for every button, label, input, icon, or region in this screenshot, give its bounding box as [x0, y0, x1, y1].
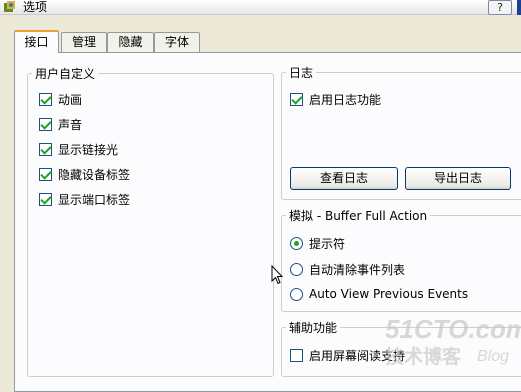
window-title: 选项 — [23, 0, 48, 14]
option-show-port-labels-label: 显示端口标签 — [58, 192, 131, 207]
option-sound[interactable]: 声音 — [39, 116, 82, 132]
simulation-group-title: 模拟 - Buffer Full Action — [289, 209, 428, 223]
checkbox-show-port-labels[interactable] — [39, 192, 52, 206]
app-icon — [4, 1, 15, 12]
accessibility-group-title: 辅助功能 — [289, 321, 338, 335]
checkbox-sound[interactable] — [39, 117, 52, 131]
tab-font[interactable]: 字体 — [154, 32, 200, 52]
option-hide-device-labels[interactable]: 隐藏设备标签 — [39, 166, 130, 182]
tab-management[interactable]: 管理 — [61, 32, 107, 52]
window-frame-edge — [517, 0, 521, 15]
export-log-button[interactable]: 导出日志 — [405, 167, 511, 190]
option-prompt[interactable]: 提示符 — [290, 235, 345, 251]
radio-prompt[interactable] — [290, 236, 303, 250]
checkbox-enable-logging[interactable] — [290, 92, 303, 106]
checkbox-hide-device-labels[interactable] — [39, 167, 52, 181]
watermark-brand: 51CTO.com — [385, 314, 521, 344]
custom-settings-title: 用户自定义 — [35, 67, 96, 81]
watermark-logo: 51CTO.com 技术博客 Blog — [385, 314, 521, 368]
tab-interface[interactable]: 接口 — [14, 30, 59, 53]
log-group-title: 日志 — [289, 66, 314, 80]
option-auto-clear-events[interactable]: 自动清除事件列表 — [290, 261, 405, 277]
option-hide-device-labels-label: 隐藏设备标签 — [58, 167, 131, 182]
option-show-port-labels[interactable]: 显示端口标签 — [39, 191, 130, 207]
option-auto-view-previous-label: Auto View Previous Events — [309, 287, 469, 301]
watermark-blog: Blog — [477, 348, 509, 365]
radio-auto-clear-events[interactable] — [290, 262, 303, 276]
radio-auto-view-previous[interactable] — [290, 287, 303, 301]
option-enable-logging-label: 启用日志功能 — [309, 92, 382, 107]
option-animation[interactable]: 动画 — [39, 91, 82, 107]
custom-settings-group: 用户自定义 — [27, 65, 274, 377]
option-animation-label: 动画 — [58, 92, 83, 107]
option-enable-logging[interactable]: 启用日志功能 — [290, 91, 381, 107]
option-show-link-light-label: 显示链接光 — [58, 142, 119, 157]
option-prompt-label: 提示符 — [309, 236, 346, 251]
checkbox-show-link-light[interactable] — [39, 142, 52, 156]
option-show-link-light[interactable]: 显示链接光 — [39, 141, 118, 157]
watermark-subtitle: 技术博客 — [385, 345, 462, 368]
checkbox-screen-reader[interactable] — [290, 348, 303, 362]
option-auto-clear-events-label: 自动清除事件列表 — [309, 262, 406, 277]
help-button[interactable]: ? — [488, 0, 512, 15]
option-auto-view-previous[interactable]: Auto View Previous Events — [290, 286, 468, 302]
title-bar: 选项 ? — [0, 0, 521, 15]
view-log-button[interactable]: 查看日志 — [290, 167, 398, 190]
option-sound-label: 声音 — [58, 117, 83, 132]
tab-hidden[interactable]: 隐藏 — [107, 32, 154, 52]
mouse-cursor-icon — [271, 265, 283, 285]
checkbox-animation[interactable] — [39, 92, 52, 106]
